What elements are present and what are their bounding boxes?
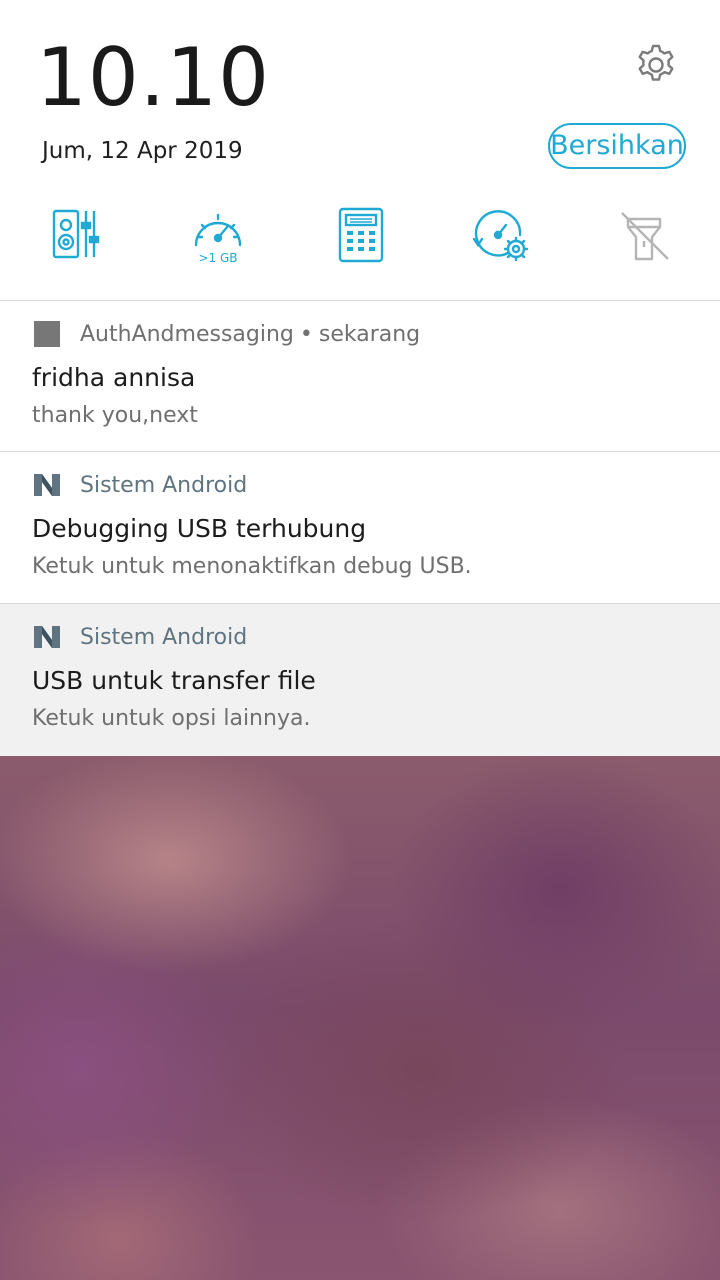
app-square-icon bbox=[32, 319, 62, 349]
notification-title: fridha annisa bbox=[32, 363, 196, 392]
gear-icon[interactable] bbox=[633, 42, 679, 88]
notification-app-name: Sistem Android bbox=[80, 472, 248, 498]
speaker-equalizer-icon bbox=[52, 209, 100, 259]
notification-authandmessaging[interactable]: AuthAndmessaging • sekarang fridha annis… bbox=[0, 300, 720, 451]
notification-title: USB untuk transfer file bbox=[32, 666, 316, 695]
calculator-icon bbox=[338, 207, 384, 263]
auto-start-tile[interactable] bbox=[470, 205, 530, 265]
notification-time: sekarang bbox=[318, 321, 421, 347]
flashlight-off-icon bbox=[621, 212, 669, 261]
clear-all-button[interactable]: Bersihkan bbox=[548, 123, 686, 169]
flashlight-tile[interactable] bbox=[614, 205, 674, 265]
clock-time: 10.10 bbox=[36, 31, 271, 124]
quick-settings-panel: 10.10 Jum, 12 Apr 2019 Bersihkan >1 GB bbox=[0, 0, 720, 300]
notification-text: Ketuk untuk menonaktifkan debug USB. bbox=[32, 554, 472, 579]
notification-title: Debugging USB terhubung bbox=[32, 514, 367, 543]
calculator-tile[interactable] bbox=[332, 205, 392, 265]
notification-text: thank you,next bbox=[32, 403, 198, 428]
audio-wizard-tile[interactable] bbox=[50, 205, 110, 265]
date-label: Jum, 12 Apr 2019 bbox=[42, 138, 243, 164]
notification-header: Sistem Android bbox=[32, 622, 247, 652]
gauge-gear-icon bbox=[472, 210, 529, 262]
notification-usb-debugging[interactable]: Sistem Android Debugging USB terhubung K… bbox=[0, 451, 720, 603]
android-n-icon bbox=[32, 622, 62, 652]
notification-usb-file-transfer[interactable]: Sistem Android USB untuk transfer file K… bbox=[0, 603, 720, 756]
notification-app-name: Sistem Android bbox=[80, 624, 248, 650]
separator-dot: • bbox=[299, 321, 313, 347]
svg-text:>1 GB: >1 GB bbox=[198, 251, 237, 265]
notification-header: Sistem Android bbox=[32, 470, 247, 500]
speedometer-icon: >1 GB bbox=[194, 213, 242, 265]
notification-text: Ketuk untuk opsi lainnya. bbox=[32, 706, 311, 731]
android-n-icon bbox=[32, 470, 62, 500]
wallpaper bbox=[0, 740, 720, 1280]
boost-tile[interactable]: >1 GB bbox=[188, 205, 248, 265]
notification-header: AuthAndmessaging • sekarang bbox=[32, 319, 420, 349]
notification-app-name: AuthAndmessaging bbox=[80, 321, 294, 347]
